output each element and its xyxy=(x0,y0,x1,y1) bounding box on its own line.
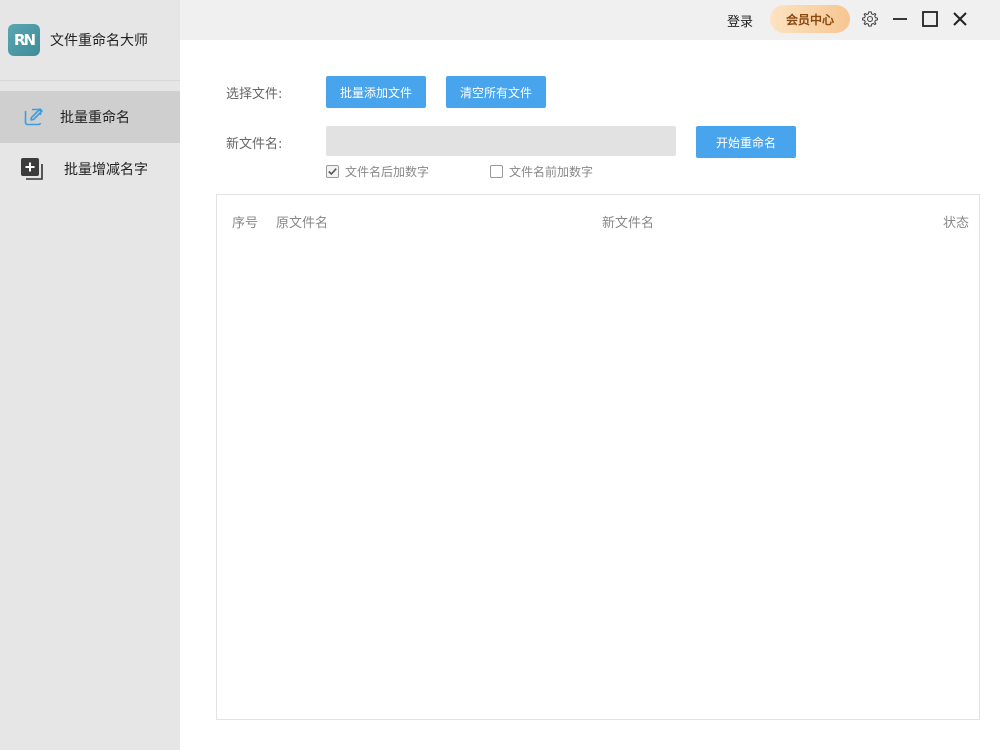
column-header-original-name: 原文件名 xyxy=(276,216,329,231)
start-rename-button[interactable]: 开始重命名 xyxy=(696,126,796,158)
checkbox-unchecked[interactable] xyxy=(490,165,503,178)
close-icon[interactable] xyxy=(949,8,971,30)
select-files-label: 选择文件: xyxy=(226,87,283,102)
minimize-icon[interactable] xyxy=(889,8,911,30)
login-link[interactable]: 登录 xyxy=(727,11,753,30)
add-copy-icon xyxy=(18,155,46,183)
edit-icon xyxy=(20,103,48,131)
sidebar-item-label: 批量重命名 xyxy=(60,110,130,126)
option-label: 文件名前加数字 xyxy=(509,165,594,179)
maximize-icon[interactable] xyxy=(919,8,941,30)
sidebar-item-batch-rename[interactable]: 批量重命名 xyxy=(0,91,180,143)
column-header-index: 序号 xyxy=(232,216,259,231)
file-table: 序号 原文件名 新文件名 状态 xyxy=(216,194,980,720)
checkbox-checked[interactable] xyxy=(326,165,339,178)
option-append-number[interactable]: 文件名后加数字 xyxy=(326,163,429,180)
sidebar-nav: 批量重命名 批量增减名字 xyxy=(0,91,180,195)
option-label: 文件名后加数字 xyxy=(345,165,430,179)
option-prepend-number[interactable]: 文件名前加数字 xyxy=(490,163,593,180)
app-title: 文件重命名大师 xyxy=(50,33,148,49)
sidebar-item-batch-add-remove-name[interactable]: 批量增减名字 xyxy=(0,143,180,195)
gear-icon[interactable] xyxy=(859,8,881,30)
column-header-status: 状态 xyxy=(942,216,969,231)
sidebar-item-label: 批量增减名字 xyxy=(64,162,148,178)
sidebar: RN 文件重命名大师 批量重命名 批量增减名字 xyxy=(0,0,180,750)
add-files-button[interactable]: 批量添加文件 xyxy=(326,76,426,108)
app-header: RN 文件重命名大师 xyxy=(0,0,180,81)
clear-files-button[interactable]: 清空所有文件 xyxy=(446,76,546,108)
new-name-input[interactable] xyxy=(326,126,676,156)
app-logo: RN xyxy=(8,24,40,56)
new-name-label: 新文件名: xyxy=(226,137,283,152)
column-header-new-name: 新文件名 xyxy=(602,216,655,231)
vip-center-button[interactable]: 会员中心 xyxy=(770,5,850,33)
title-bar: 登录 会员中心 xyxy=(180,0,1000,40)
